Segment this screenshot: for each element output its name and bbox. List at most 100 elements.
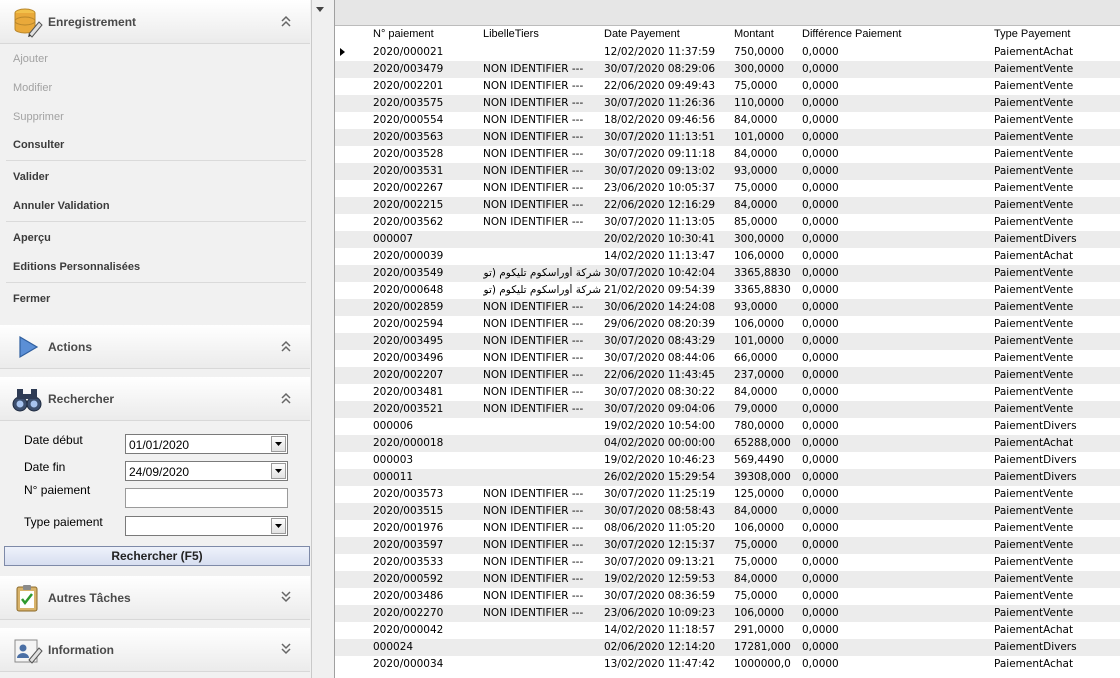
cell-type-payement[interactable]: PaiementVente [994,335,1114,347]
cell-num-paiement[interactable]: 2020/002859 [373,301,479,313]
cell-difference-paiement[interactable]: 0,0000 [802,658,922,670]
cell-type-payement[interactable]: PaiementVente [994,539,1114,551]
cell-type-payement[interactable]: PaiementVente [994,301,1114,313]
cell-num-paiement[interactable]: 2020/000592 [373,573,479,585]
cell-difference-paiement[interactable]: 0,0000 [802,488,922,500]
cell-type-payement[interactable]: PaiementVente [994,556,1114,568]
collapse-arrow-icon[interactable] [316,7,324,13]
cell-num-paiement[interactable]: 2020/000648 [373,284,479,296]
panel-header-actions[interactable]: Actions [0,325,310,369]
cell-libelle-tiers[interactable]: NON IDENTIFIER --- [483,301,601,313]
cell-libelle-tiers[interactable]: NON IDENTIFIER --- [483,522,601,534]
cell-date-payement[interactable]: 30/07/2020 12:15:37 [604,539,732,551]
table-row[interactable]: 000006 19/02/2020 10:54:00 780,0000 0,0000 P… [335,418,1120,435]
type-paiement-select[interactable] [125,516,288,536]
panel-header-rechercher[interactable]: Rechercher [0,377,310,421]
table-row[interactable]: 2020/003481 NON IDENTIFIER --- 30/07/2020 … [335,384,1120,401]
cell-date-payement[interactable]: 30/07/2020 08:29:06 [604,63,732,75]
cell-num-paiement[interactable]: 2020/000021 [373,46,479,58]
cell-montant[interactable]: 106,0000 [734,607,800,619]
cell-difference-paiement[interactable]: 0,0000 [802,233,922,245]
chevron-down-icon[interactable] [280,642,292,656]
cell-difference-paiement[interactable]: 0,0000 [802,284,922,296]
cell-num-paiement[interactable]: 2020/003549 [373,267,479,279]
cell-difference-paiement[interactable]: 0,0000 [802,80,922,92]
cell-libelle-tiers[interactable]: NON IDENTIFIER --- [483,182,601,194]
cell-montant[interactable]: 75,0000 [734,539,800,551]
chevron-up-icon[interactable] [280,391,292,405]
cell-difference-paiement[interactable]: 0,0000 [802,335,922,347]
cell-montant[interactable]: 75,0000 [734,80,800,92]
table-row[interactable]: 2020/003533 NON IDENTIFIER --- 30/07/2020 … [335,554,1120,571]
cell-num-paiement[interactable]: 2020/003563 [373,131,479,143]
cell-libelle-tiers[interactable]: NON IDENTIFIER --- [483,199,601,211]
cell-montant[interactable]: 3365,8830 [734,284,800,296]
splitter[interactable] [312,0,334,678]
cell-montant[interactable]: 75,0000 [734,556,800,568]
cell-montant[interactable]: 125,0000 [734,488,800,500]
cell-type-payement[interactable]: PaiementVente [994,590,1114,602]
cell-montant[interactable]: 780,0000 [734,420,800,432]
cell-difference-paiement[interactable]: 0,0000 [802,522,922,534]
cell-difference-paiement[interactable]: 0,0000 [802,97,922,109]
cell-num-paiement[interactable]: 2020/003486 [373,590,479,602]
cell-montant[interactable]: 84,0000 [734,505,800,517]
cell-montant[interactable]: 66,0000 [734,352,800,364]
cell-difference-paiement[interactable]: 0,0000 [802,131,922,143]
table-row[interactable]: 2020/000648 شركة أوراسكوم تليكوم (تونس21/… [335,282,1120,299]
cell-type-payement[interactable]: PaiementVente [994,386,1114,398]
menu-item-consulter[interactable]: Consulter [13,139,64,151]
cell-date-payement[interactable]: 30/07/2020 09:11:18 [604,148,732,160]
cell-montant[interactable]: 85,0000 [734,216,800,228]
cell-type-payement[interactable]: PaiementDivers [994,420,1114,432]
cell-difference-paiement[interactable]: 0,0000 [802,573,922,585]
cell-montant[interactable]: 3365,8830 [734,267,800,279]
table-row[interactable]: 000007 20/02/2020 10:30:41 300,0000 0,0000 P… [335,231,1120,248]
cell-date-payement[interactable]: 14/02/2020 11:18:57 [604,624,732,636]
cell-type-payement[interactable]: PaiementAchat [994,624,1114,636]
cell-difference-paiement[interactable]: 0,0000 [802,454,922,466]
cell-difference-paiement[interactable]: 0,0000 [802,607,922,619]
table-row[interactable]: 2020/003528 NON IDENTIFIER --- 30/07/2020 … [335,146,1120,163]
cell-type-payement[interactable]: PaiementVente [994,148,1114,160]
table-row[interactable]: 2020/003515 NON IDENTIFIER --- 30/07/2020 … [335,503,1120,520]
table-row[interactable]: 2020/003597 NON IDENTIFIER --- 30/07/2020 … [335,537,1120,554]
menu-item-fermer[interactable]: Fermer [13,293,50,305]
cell-date-payement[interactable]: 30/07/2020 11:13:51 [604,131,732,143]
cell-difference-paiement[interactable]: 0,0000 [802,114,922,126]
cell-montant[interactable]: 750,0000 [734,46,800,58]
cell-libelle-tiers[interactable]: NON IDENTIFIER --- [483,590,601,602]
table-row[interactable]: 2020/003575 NON IDENTIFIER --- 30/07/2020 … [335,95,1120,112]
menu-item-ajouter[interactable]: Ajouter [13,53,48,65]
menu-item-supprimer[interactable]: Supprimer [13,111,64,123]
table-row[interactable]: 2020/003495 NON IDENTIFIER --- 30/07/2020 … [335,333,1120,350]
cell-date-payement[interactable]: 18/02/2020 09:46:56 [604,114,732,126]
cell-difference-paiement[interactable]: 0,0000 [802,63,922,75]
cell-num-paiement[interactable]: 2020/002267 [373,182,479,194]
cell-montant[interactable]: 79,0000 [734,403,800,415]
panel-header-autres-taches[interactable]: Autres Tâches [0,576,310,620]
cell-montant[interactable]: 106,0000 [734,250,800,262]
cell-type-payement[interactable]: PaiementVente [994,114,1114,126]
cell-libelle-tiers[interactable]: NON IDENTIFIER --- [483,386,601,398]
cell-difference-paiement[interactable]: 0,0000 [802,182,922,194]
table-row[interactable]: 2020/003496 NON IDENTIFIER --- 30/07/2020 … [335,350,1120,367]
cell-date-payement[interactable]: 22/06/2020 12:16:29 [604,199,732,211]
cell-date-payement[interactable]: 14/02/2020 11:13:47 [604,250,732,262]
cell-type-payement[interactable]: PaiementVente [994,284,1114,296]
menu-item-annuler-validation[interactable]: Annuler Validation [13,200,110,212]
cell-libelle-tiers[interactable]: NON IDENTIFIER --- [483,488,601,500]
cell-libelle-tiers[interactable]: NON IDENTIFIER --- [483,573,601,585]
cell-libelle-tiers[interactable]: NON IDENTIFIER --- [483,505,601,517]
table-row[interactable]: 2020/003549 شركة أوراسكوم تليكوم (تونس30/… [335,265,1120,282]
cell-num-paiement[interactable]: 2020/003521 [373,403,479,415]
cell-difference-paiement[interactable]: 0,0000 [802,318,922,330]
cell-type-payement[interactable]: PaiementDivers [994,641,1114,653]
column-header-difference-paiement[interactable]: Différence Paiement [802,28,922,40]
chevron-down-icon[interactable] [280,590,292,604]
cell-date-payement[interactable]: 19/02/2020 12:59:53 [604,573,732,585]
table-row[interactable]: 2020/003563 NON IDENTIFIER --- 30/07/2020 … [335,129,1120,146]
cell-type-payement[interactable]: PaiementVente [994,488,1114,500]
cell-difference-paiement[interactable]: 0,0000 [802,556,922,568]
cell-libelle-tiers[interactable]: NON IDENTIFIER --- [483,539,601,551]
